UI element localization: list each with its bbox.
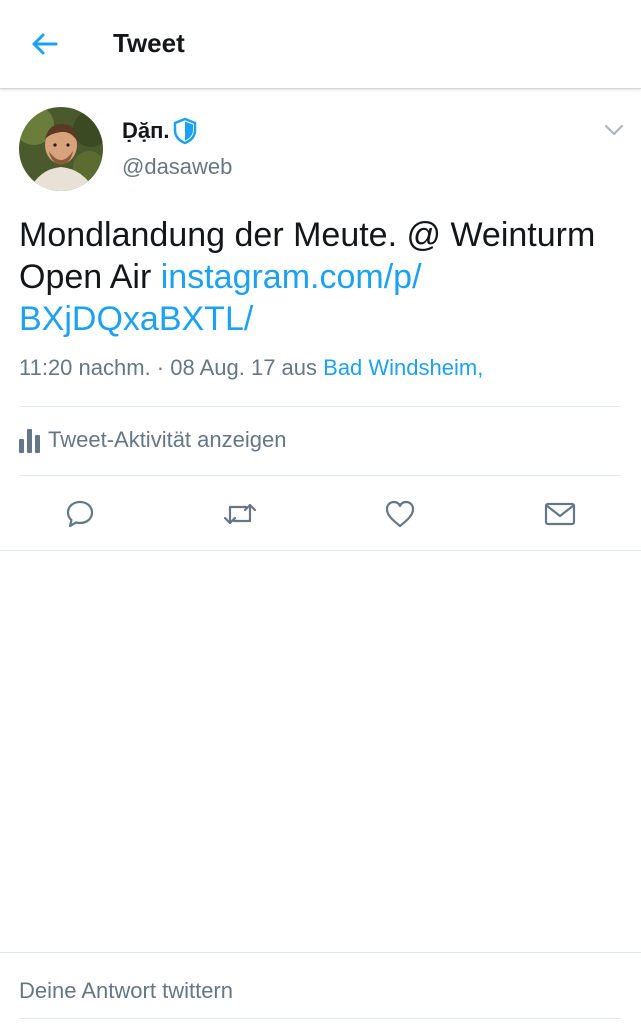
reply-button[interactable] — [62, 496, 98, 532]
divider — [0, 550, 641, 551]
reply-bar-divider — [0, 952, 641, 953]
like-button[interactable] — [382, 496, 418, 532]
tweet-activity-label: Tweet-Aktivität anzeigen — [48, 427, 287, 452]
app-header: Tweet — [0, 0, 641, 89]
chevron-down-icon — [604, 124, 624, 136]
shield-icon — [173, 117, 196, 145]
tweet-timestamp: 11:20 nachm. · 08 Aug. 17 aus — [19, 355, 324, 380]
tweet-meta: 11:20 nachm. · 08 Aug. 17 aus Bad Windsh… — [19, 355, 483, 381]
avatar[interactable] — [19, 107, 103, 191]
reply-underline — [19, 1018, 621, 1019]
tweet-activity-link[interactable]: Tweet-Aktivität anzeigen — [19, 427, 286, 453]
user-handle[interactable]: @dasaweb — [122, 154, 232, 180]
envelope-icon — [544, 502, 576, 526]
page-title: Tweet — [113, 28, 185, 58]
tweet-options-button[interactable] — [600, 118, 628, 142]
share-button[interactable] — [542, 496, 578, 532]
reply-input[interactable]: Deine Antwort twittern — [19, 978, 233, 1004]
user-display-name: Ḍặп. — [122, 118, 170, 143]
divider — [19, 406, 621, 407]
avatar-image — [19, 107, 103, 191]
retweet-button[interactable] — [222, 496, 258, 532]
tweet-location-link[interactable]: Bad Windsheim, — [323, 355, 483, 380]
retweet-icon — [223, 503, 257, 525]
user-name-row[interactable]: Ḍặп. — [122, 117, 198, 145]
divider — [19, 475, 621, 476]
back-button[interactable] — [26, 26, 62, 62]
analytics-icon — [19, 427, 40, 453]
arrow-left-icon — [32, 33, 58, 55]
heart-icon — [385, 500, 415, 528]
tweet-text: Mondlandung der Meute. @ Weinturm Open A… — [19, 214, 624, 340]
reply-icon — [66, 500, 94, 528]
